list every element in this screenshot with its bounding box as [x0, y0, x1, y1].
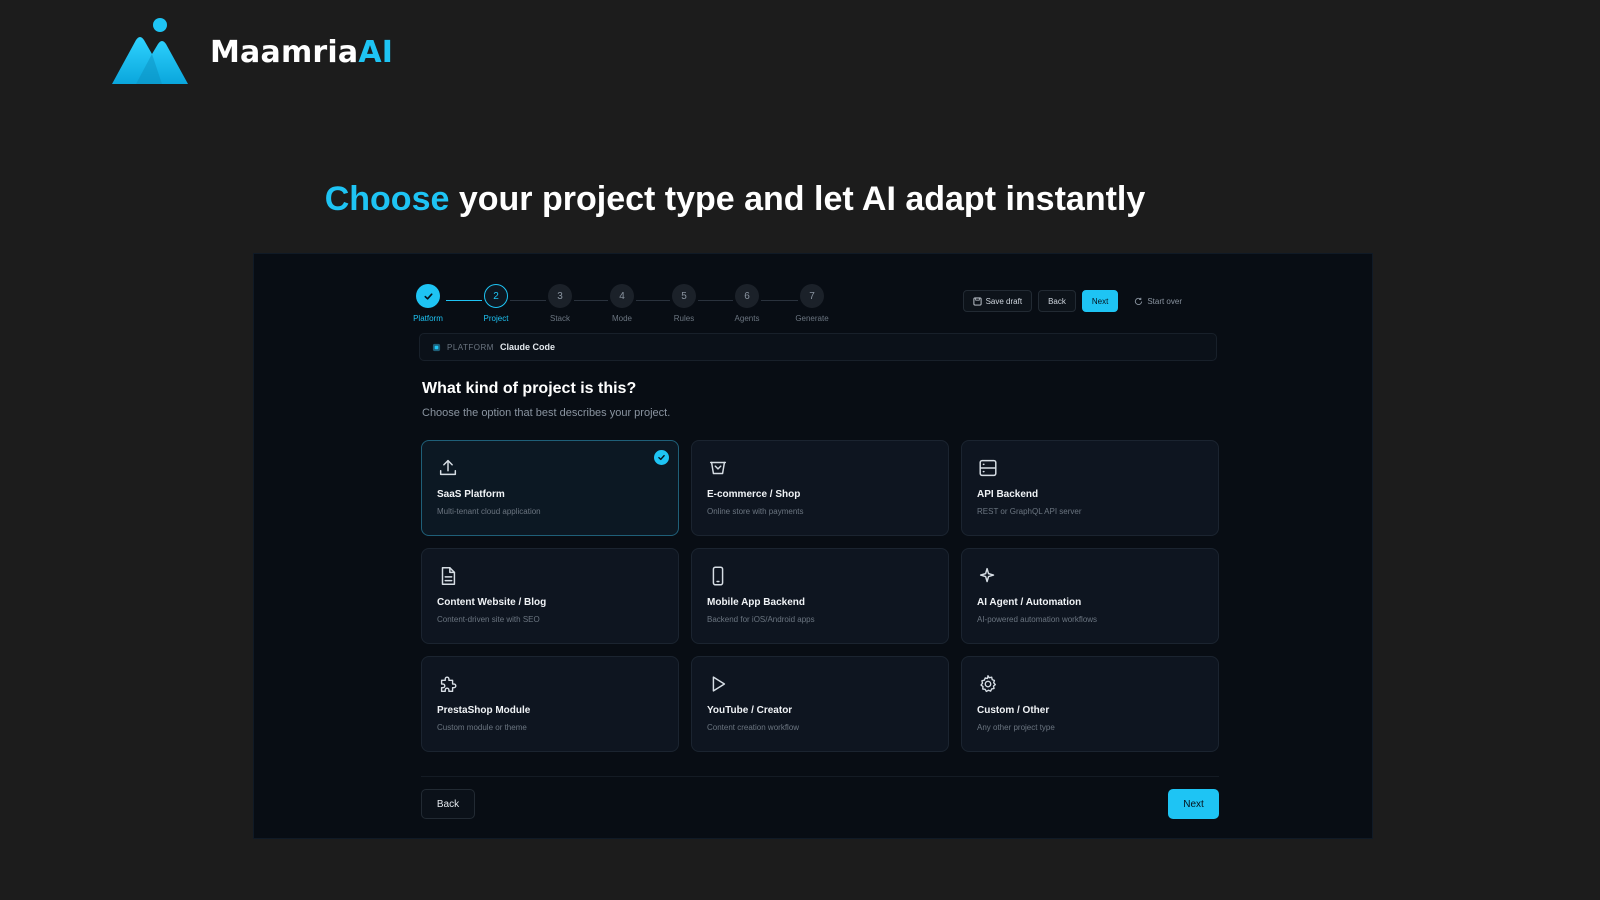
step-number: 5 [672, 284, 696, 308]
back-button[interactable]: Back [421, 789, 475, 819]
option-title: AI Agent / Automation [977, 597, 1082, 608]
option-api-backend[interactable]: API Backend REST or GraphQL API server [961, 440, 1219, 536]
next-button[interactable]: Next [1168, 789, 1219, 819]
option-title: E-commerce / Shop [707, 489, 801, 500]
option-saas-platform[interactable]: SaaS Platform Multi-tenant cloud applica… [421, 440, 679, 536]
gear-icon [977, 673, 999, 695]
option-title: YouTube / Creator [707, 705, 793, 716]
play-icon [707, 673, 729, 695]
option-description: Online store with payments [707, 507, 804, 516]
option-description: Content-driven site with SEO [437, 615, 540, 624]
wizard-toolbar: Save draft Back Next Start over [962, 290, 1192, 312]
step-project[interactable]: 2 Project [471, 284, 521, 323]
footer-divider [421, 776, 1219, 777]
step-number: 3 [548, 284, 572, 308]
step-generate[interactable]: 7 Generate [787, 284, 837, 323]
step-mode[interactable]: 4 Mode [597, 284, 647, 323]
option-description: REST or GraphQL API server [977, 507, 1082, 516]
start-over-button[interactable]: Start over [1124, 290, 1192, 312]
refresh-icon [1135, 297, 1143, 305]
step-label: Rules [673, 314, 695, 323]
app-window: Platform 2 Project 3 Stack 4 Mode 5 Rule… [253, 253, 1373, 839]
option-title: PrestaShop Module [437, 705, 531, 716]
selected-check-icon [654, 450, 669, 465]
step-label: Mode [611, 314, 632, 323]
mountain-logo-icon [112, 18, 188, 84]
option-youtube-creator[interactable]: YouTube / Creator Content creation workf… [691, 656, 949, 752]
smartphone-icon [707, 565, 729, 587]
toolbar-next-button[interactable]: Next [1081, 290, 1119, 312]
toolbar-back-button[interactable]: Back [1038, 290, 1076, 312]
server-icon [977, 457, 999, 479]
option-custom-other[interactable]: Custom / Other Any other project type [961, 656, 1219, 752]
step-number: 6 [735, 284, 759, 308]
step-label: Platform [413, 314, 443, 323]
step-label: Agents [734, 314, 760, 323]
brand-logo: MaamriaAI [110, 16, 393, 88]
option-title: Custom / Other [977, 705, 1050, 716]
option-ai-agent[interactable]: AI Agent / Automation AI-powered automat… [961, 548, 1219, 644]
step-label: Stack [549, 314, 570, 323]
question-title: What kind of project is this? [422, 380, 637, 397]
option-ecommerce-shop[interactable]: E-commerce / Shop Online store with paym… [691, 440, 949, 536]
save-draft-label: Save draft [985, 296, 1023, 306]
option-description: AI-powered automation workflows [977, 615, 1098, 624]
platform-summary: PLATFORM Claude Code [419, 333, 1217, 361]
option-title: API Backend [977, 489, 1039, 500]
project-type-grid: SaaS Platform Multi-tenant cloud applica… [421, 440, 1219, 752]
option-description: Content creation workflow [707, 723, 800, 732]
step-platform[interactable]: Platform [403, 284, 453, 323]
page-headline: Choose your project type and let AI adap… [324, 180, 1146, 218]
step-number: 4 [610, 284, 634, 308]
option-title: Mobile App Backend [707, 597, 805, 608]
option-description: Backend for iOS/Android apps [707, 615, 815, 624]
platform-icon [432, 343, 441, 351]
platform-value: Claude Code [499, 342, 555, 352]
step-agents[interactable]: 6 Agents [722, 284, 772, 323]
option-description: Custom module or theme [437, 723, 527, 732]
sparkle-icon [977, 565, 999, 587]
brand-name: MaamriaAI [210, 34, 394, 70]
document-icon [437, 565, 459, 587]
check-icon [416, 284, 440, 308]
platform-label: PLATFORM [447, 342, 494, 352]
option-prestashop-module[interactable]: PrestaShop Module Custom module or theme [421, 656, 679, 752]
step-label: Generate [795, 314, 829, 323]
option-title: Content Website / Blog [437, 597, 547, 608]
step-rules[interactable]: 5 Rules [659, 284, 709, 323]
option-content-website[interactable]: Content Website / Blog Content-driven si… [421, 548, 679, 644]
upload-icon [437, 457, 459, 479]
save-icon [973, 296, 982, 306]
step-number: 2 [484, 284, 508, 308]
option-title: SaaS Platform [437, 489, 505, 500]
question-subtitle: Choose the option that best describes yo… [422, 407, 671, 419]
step-number: 7 [800, 284, 824, 308]
option-description: Multi-tenant cloud application [437, 507, 541, 516]
step-stack[interactable]: 3 Stack [535, 284, 585, 323]
save-draft-button[interactable]: Save draft [962, 290, 1033, 312]
option-description: Any other project type [977, 723, 1055, 732]
start-over-label: Start over [1147, 296, 1182, 306]
puzzle-icon [437, 673, 459, 695]
step-label: Project [483, 314, 509, 323]
option-mobile-app-backend[interactable]: Mobile App Backend Backend for iOS/Andro… [691, 548, 949, 644]
wizard-stepper: Platform 2 Project 3 Stack 4 Mode 5 Rule… [413, 284, 854, 328]
basket-icon [707, 457, 729, 479]
